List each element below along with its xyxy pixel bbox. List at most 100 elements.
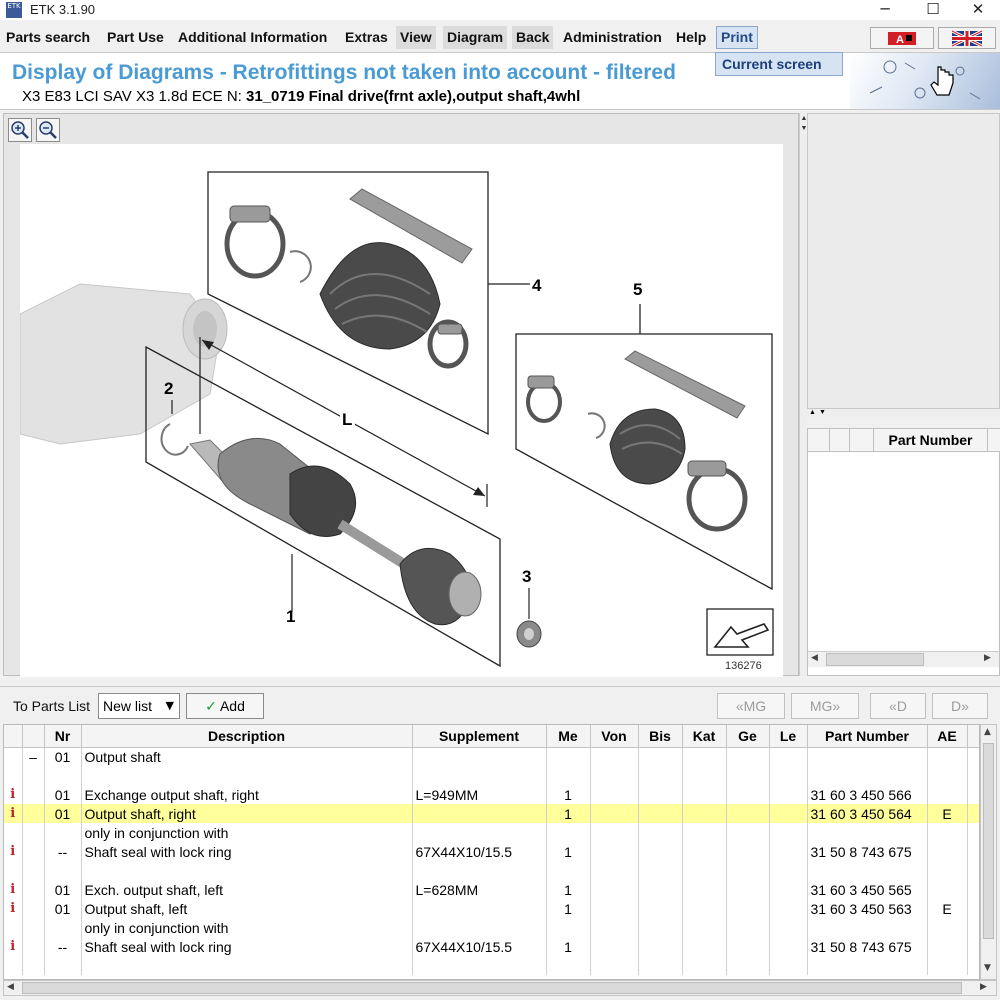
col-header-info[interactable] [4,725,23,748]
info-icon[interactable] [4,747,23,766]
zoom-in-button[interactable] [8,118,32,142]
table-hscrollbar[interactable]: ◀ ▶ [3,980,997,996]
next-d-button[interactable]: D» [932,693,988,719]
menu-part-use[interactable]: Part Use [103,26,168,49]
tree-toggle[interactable] [22,918,45,937]
tree-toggle[interactable] [22,785,45,804]
menu-help[interactable]: Help [672,26,710,49]
menu-view[interactable]: View [396,26,436,49]
col-header-nr[interactable]: Nr [44,725,82,748]
tree-toggle[interactable] [22,766,45,785]
table-row[interactable]: –01 Output shaft [4,747,979,766]
le-cell [769,956,808,975]
ae-cell: E [927,804,968,823]
nr-cell [44,956,82,975]
parts-list-hscrollbar[interactable]: ◀ ▶ [808,651,999,667]
von-cell [590,823,639,842]
table-row[interactable]: i 01 Exchange output shaft, right L=949MM 1 3… [4,785,979,804]
table-vscrollbar[interactable]: ▲ ▼ [980,724,997,980]
scroll-up-icon[interactable]: ▲ [984,727,991,737]
menu-diagram[interactable]: Diagram [443,26,508,49]
vertical-splitter[interactable]: ▲ ▼ [799,113,807,676]
scroll-left-icon[interactable]: ◀ [811,653,818,663]
table-row[interactable]: i -- Shaft seal with lock ring 67X44X10/15.… [4,937,979,956]
scroll-right-icon[interactable]: ▶ [984,653,991,663]
info-icon[interactable] [4,918,23,937]
country-flag-button[interactable]: A [870,27,934,49]
tree-toggle[interactable]: – [22,747,45,766]
tree-toggle[interactable] [22,861,45,880]
splitter-down-icon[interactable]: ▼ [819,409,826,416]
menu-print[interactable]: Print [716,26,758,49]
scroll-down-icon[interactable]: ▼ [984,963,991,973]
menu-parts-search[interactable]: Parts search [2,26,94,49]
col-header-le[interactable]: Le [769,725,808,748]
language-flag-button[interactable] [938,27,996,49]
maximize-button[interactable]: ☐ [910,0,956,20]
table-row[interactable] [4,766,979,785]
col-header-ae[interactable]: AE [927,725,968,748]
col-header-description[interactable]: Description [81,725,413,748]
col-header-bis[interactable]: Bis [638,725,683,748]
info-icon[interactable] [4,766,23,785]
menu-additional-information[interactable]: Additional Information [174,26,331,49]
col-header-supplement[interactable]: Supplement [412,725,547,748]
col-header-ge[interactable]: Ge [726,725,770,748]
info-icon[interactable]: i [4,804,23,823]
minimize-button[interactable]: ─ [862,0,908,20]
part-number-cell [807,766,928,785]
zoom-out-button[interactable] [36,118,60,142]
add-button[interactable]: ✓ Add [186,693,264,719]
ge-cell [726,747,770,766]
menu-back[interactable]: Back [512,26,554,49]
info-icon[interactable]: i [4,899,23,918]
table-row[interactable]: i -- Shaft seal with lock ring 67X44X10/15.… [4,842,979,861]
table-vscroll-thumb[interactable] [983,743,994,939]
scroll-thumb[interactable] [826,653,924,666]
menu-extras[interactable]: Extras [341,26,392,49]
col-header-tree[interactable] [22,725,45,748]
tree-toggle[interactable] [22,823,45,842]
horizontal-splitter[interactable]: ▲ ▼ [807,409,1000,417]
group-name: 31_0719 Final drive(frnt axle),output sh… [246,88,581,105]
table-row[interactable] [4,861,979,880]
info-icon[interactable]: i [4,937,23,956]
close-button[interactable]: ✕ [955,0,1000,20]
kat-cell [682,899,727,918]
menu-administration[interactable]: Administration [559,26,666,49]
tree-toggle[interactable] [22,842,45,861]
table-scroll-right-icon[interactable]: ▶ [980,982,987,992]
tree-toggle[interactable] [22,937,45,956]
print-dropdown-current-screen[interactable]: Current screen [715,52,843,76]
tree-toggle[interactable] [22,880,45,899]
tree-toggle[interactable] [22,899,45,918]
splitter-up-icon[interactable]: ▲ [809,409,816,416]
col-header-part-number[interactable]: Part Number [807,725,928,748]
info-icon[interactable]: i [4,785,23,804]
next-mg-button[interactable]: MG» [791,693,859,719]
col-header-von[interactable]: Von [590,725,639,748]
info-icon[interactable]: i [4,880,23,899]
info-icon[interactable] [4,823,23,842]
prev-d-button[interactable]: «D [870,693,926,719]
table-row[interactable]: only in conjunction with [4,823,979,842]
tree-toggle[interactable] [22,956,45,975]
prev-mg-button[interactable]: «MG [717,693,785,719]
col-header-kat[interactable]: Kat [682,725,727,748]
table-row[interactable] [4,956,979,975]
parts-diagram-canvas[interactable]: 4 5 2 L L 1 3 136276 [19,144,783,677]
info-icon[interactable] [4,956,23,975]
svg-text:A: A [896,34,904,46]
tree-toggle[interactable] [22,804,45,823]
col-header-me[interactable]: Me [546,725,591,748]
table-row[interactable]: only in conjunction with [4,918,979,937]
info-icon[interactable]: i [4,842,23,861]
info-icon[interactable] [4,861,23,880]
table-scroll-left-icon[interactable]: ◀ [7,982,14,992]
table-row[interactable]: i 01 Output shaft, right 1 31 60 3 450 564 E [4,804,979,823]
table-row[interactable]: i 01 Exch. output shaft, left L=628MM 1 31 60… [4,880,979,899]
parts-list-select[interactable]: New list ▼ [98,693,180,719]
table-hscroll-thumb[interactable] [22,982,962,994]
col-part-number[interactable]: Part Number [874,429,988,452]
table-row[interactable]: i 01 Output shaft, left 1 31 60 3 450 563 E [4,899,979,918]
